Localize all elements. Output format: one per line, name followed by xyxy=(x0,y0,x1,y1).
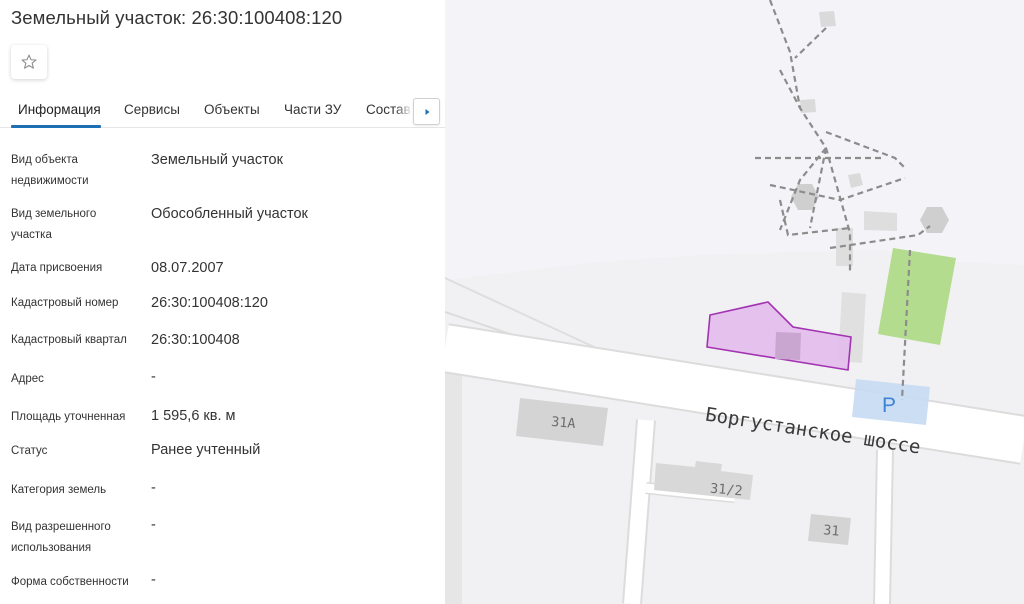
map-upper-area xyxy=(445,0,1024,280)
field-value: - xyxy=(151,480,156,496)
tabs-scroll-right-button[interactable] xyxy=(413,98,440,125)
field-value: 26:30:100408:120 xyxy=(151,295,268,311)
field-label: Вид разрешенного использования xyxy=(11,521,111,554)
info-panel: Земельный участок: 26:30:100408:120 Инфо… xyxy=(0,0,445,604)
building xyxy=(775,332,801,360)
field-label: Вид объекта недвижимости xyxy=(11,154,89,187)
field-label: Статус xyxy=(11,445,48,457)
field-value: Земельный участок xyxy=(151,152,283,168)
field-value: Обособленный участок xyxy=(151,206,308,222)
favorite-button[interactable] xyxy=(11,45,47,79)
field-label: Вид земельного участка xyxy=(11,208,97,241)
map-gray-strip xyxy=(445,370,462,604)
tab-objects[interactable]: Объекты xyxy=(204,102,260,117)
star-icon xyxy=(21,54,37,69)
side-road xyxy=(875,449,892,604)
field-label: Форма собственности xyxy=(11,576,129,588)
house-number-31: 31 xyxy=(823,522,841,539)
field-value: - xyxy=(151,517,156,533)
tab-fade xyxy=(395,96,413,126)
building xyxy=(819,11,836,27)
field-label: Адрес xyxy=(11,373,44,385)
caret-right-icon xyxy=(425,108,429,115)
active-tab-indicator xyxy=(11,125,101,128)
field-label: Кадастровый квартал xyxy=(11,334,127,346)
tab-bar: Информация Сервисы Объекты Части ЗУ Сост… xyxy=(0,92,445,128)
green-area xyxy=(878,248,956,345)
field-value: - xyxy=(151,572,156,588)
field-label: Дата присвоения xyxy=(11,262,103,274)
building xyxy=(800,99,816,113)
field-label: Кадастровый номер xyxy=(11,297,119,309)
field-value: 26:30:100408 xyxy=(151,332,240,348)
map-view[interactable]: P 31А 31/2 31 Боргустанское шоссе xyxy=(445,0,1024,604)
tab-information[interactable]: Информация xyxy=(18,102,101,117)
field-value: 08.07.2007 xyxy=(151,260,224,276)
page-title: Земельный участок: 26:30:100408:120 xyxy=(11,7,343,28)
map-canvas[interactable]: P 31А 31/2 31 Боргустанское шоссе xyxy=(445,0,1024,604)
field-label: Площадь уточненная xyxy=(11,411,126,423)
tab-services[interactable]: Сервисы xyxy=(124,102,180,117)
field-label: Категория земель xyxy=(11,484,107,496)
field-value: 1 595,6 кв. м xyxy=(151,408,236,424)
field-value: Ранее учтенный xyxy=(151,442,261,458)
field-value: - xyxy=(151,369,156,385)
house-number-31a: 31А xyxy=(551,414,577,432)
parking-symbol: P xyxy=(882,394,896,417)
building xyxy=(864,211,897,231)
house-number-31-2: 31/2 xyxy=(709,481,743,500)
tab-parcel-parts[interactable]: Части ЗУ xyxy=(284,102,341,117)
